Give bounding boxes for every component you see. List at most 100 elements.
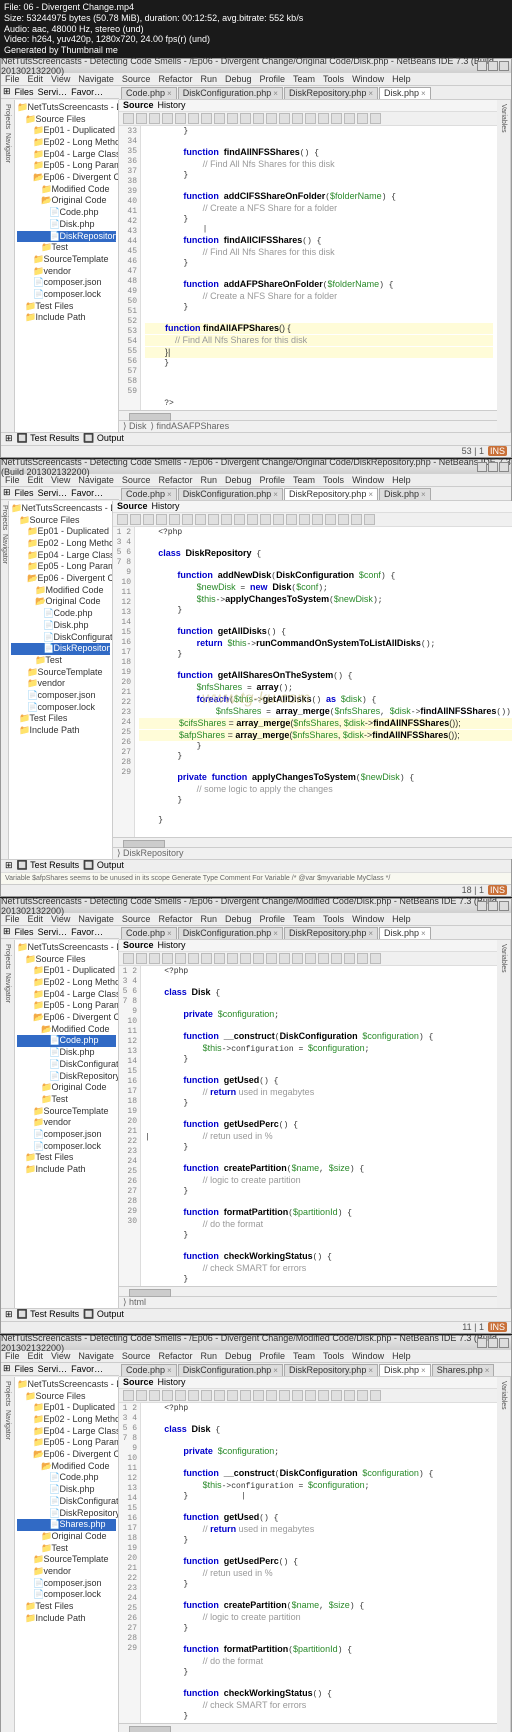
editor-toolbar-button[interactable] xyxy=(208,514,219,525)
editor-toolbar-button[interactable] xyxy=(286,514,297,525)
project-tab-icon[interactable]: ⊞ xyxy=(3,926,11,937)
editor-toolbar-button[interactable] xyxy=(279,953,290,964)
file-tab[interactable]: DiskRepository.php× xyxy=(284,488,378,500)
code-content[interactable]: } function findAllNFSShares() { // Find … xyxy=(141,126,497,410)
editor-toolbar-button[interactable] xyxy=(149,1390,160,1401)
breadcrumb[interactable]: ⟩ DiskRepository xyxy=(113,847,512,859)
editor-toolbar-button[interactable] xyxy=(214,1390,225,1401)
rail-tab-projects[interactable]: Projects xyxy=(4,104,11,129)
editor-toolbar-button[interactable] xyxy=(162,113,173,124)
editor-toolbar-button[interactable] xyxy=(253,953,264,964)
close-icon[interactable]: × xyxy=(368,929,373,938)
close-icon[interactable]: × xyxy=(421,929,426,938)
tree-node[interactable]: 📁 Ep01 - Duplicated Code xyxy=(17,965,116,977)
sub-tab-source[interactable]: Source xyxy=(123,100,154,110)
editor-toolbar-button[interactable] xyxy=(182,514,193,525)
tree-node[interactable]: 📁 Include Path xyxy=(17,312,116,324)
tree-node[interactable]: 📁 Ep01 - Duplicated Code xyxy=(17,125,116,137)
file-tab[interactable]: Code.php× xyxy=(121,1364,177,1376)
horizontal-scrollbar[interactable] xyxy=(119,1286,497,1296)
titlebar[interactable]: NetTutsScreencasts - Detecting Code Smel… xyxy=(1,460,511,474)
editor-toolbar-button[interactable] xyxy=(364,514,375,525)
file-tab[interactable]: DiskConfiguration.php× xyxy=(178,1364,283,1376)
editor-toolbar-button[interactable] xyxy=(136,113,147,124)
tree-node[interactable]: 📁 Ep05 - Long Parameter List xyxy=(11,561,110,573)
project-tab-icon[interactable]: ⊞ xyxy=(3,86,11,97)
panel-tab[interactable]: Favor… xyxy=(71,1364,103,1374)
code-area[interactable]: 33 34 35 36 37 38 39 40 41 42 43 44 45 4… xyxy=(119,126,497,410)
editor-toolbar-button[interactable] xyxy=(292,113,303,124)
close-icon[interactable]: × xyxy=(273,490,278,499)
sub-tab-history[interactable]: History xyxy=(158,100,186,110)
editor-toolbar-button[interactable] xyxy=(273,514,284,525)
tree-node[interactable]: 📁 Ep05 - Long Parameter List xyxy=(17,160,116,172)
close-icon[interactable]: × xyxy=(273,89,278,98)
tree-node[interactable]: 📄 Disk.php xyxy=(17,1047,116,1059)
editor-toolbar-button[interactable] xyxy=(175,1390,186,1401)
editor-toolbar-button[interactable] xyxy=(188,1390,199,1401)
editor-toolbar-button[interactable] xyxy=(338,514,349,525)
editor-toolbar-button[interactable] xyxy=(188,953,199,964)
editor-toolbar-button[interactable] xyxy=(292,1390,303,1401)
close-icon[interactable]: × xyxy=(368,1366,373,1375)
file-tab[interactable]: Code.php× xyxy=(121,927,177,939)
close-icon[interactable]: × xyxy=(368,490,373,499)
editor-toolbar-button[interactable] xyxy=(344,953,355,964)
horizontal-scrollbar[interactable] xyxy=(119,1723,497,1732)
editor-toolbar-button[interactable] xyxy=(240,953,251,964)
close-icon[interactable]: × xyxy=(368,89,373,98)
rail-tab-navigator[interactable]: Navigator xyxy=(1,534,8,564)
titlebar[interactable]: NetTutsScreencasts - Detecting Code Smel… xyxy=(1,899,511,913)
tree-node[interactable]: 📁 vendor xyxy=(17,1566,116,1578)
sub-tab-source[interactable]: Source xyxy=(123,1377,154,1387)
code-content[interactable]: <?php class DiskRepository { function ad… xyxy=(135,527,512,837)
editor-toolbar-button[interactable] xyxy=(156,514,167,525)
tree-node[interactable]: 📁 Ep02 - Long Method xyxy=(17,977,116,989)
tree-node[interactable]: 📁 Include Path xyxy=(17,1613,116,1625)
tree-node[interactable]: 📁 NetTutsScreencasts - Detecting Code xyxy=(17,942,116,954)
tree-node[interactable]: 📂 Original Code xyxy=(17,195,116,207)
editor-toolbar-button[interactable] xyxy=(123,1390,134,1401)
close-button[interactable] xyxy=(499,901,509,911)
breadcrumb-item[interactable]: ⟩ Disk xyxy=(123,421,147,432)
close-icon[interactable]: × xyxy=(273,1366,278,1375)
tree-node[interactable]: 📂 Ep06 - Divergent Change xyxy=(17,172,116,184)
panel-tab[interactable]: Favor… xyxy=(71,927,103,937)
tree-node[interactable]: 📁 Modified Code xyxy=(11,585,110,597)
tree-node[interactable]: 📄 composer.lock xyxy=(11,702,110,714)
panel-tab[interactable]: Servi… xyxy=(38,1364,68,1374)
tree-node[interactable]: 📂 Ep06 - Divergent Change xyxy=(17,1012,116,1024)
tree-node[interactable]: 📄 Disk.php xyxy=(11,620,110,632)
editor-toolbar-button[interactable] xyxy=(162,1390,173,1401)
rail-tab-navigator[interactable]: Navigator xyxy=(4,133,11,163)
editor-toolbar-button[interactable] xyxy=(370,953,381,964)
editor-toolbar-button[interactable] xyxy=(214,113,225,124)
sub-tab-history[interactable]: History xyxy=(158,1377,186,1387)
sub-tab-source[interactable]: Source xyxy=(123,940,154,950)
file-tab[interactable]: DiskRepository.php× xyxy=(284,87,378,99)
tree-node[interactable]: 📁 SourceTemplate xyxy=(17,254,116,266)
tree-node[interactable]: 📁 Source Files xyxy=(11,515,110,527)
tree-node[interactable]: 📄 composer.lock xyxy=(17,1589,116,1601)
tree-node[interactable]: 📄 DiskConfiguration.php xyxy=(17,1059,116,1071)
line-gutter[interactable]: 1 2 3 4 5 6 7 8 9 10 11 12 13 14 15 16 1… xyxy=(119,1403,141,1723)
editor-toolbar-button[interactable] xyxy=(318,953,329,964)
editor-toolbar-button[interactable] xyxy=(117,514,128,525)
editor-toolbar-button[interactable] xyxy=(260,514,271,525)
project-tab-icon[interactable]: ⊞ xyxy=(3,1363,11,1374)
tree-node[interactable]: 📁 Ep04 - Large Class xyxy=(17,989,116,1001)
code-area[interactable]: 1 2 3 4 5 6 7 8 9 10 11 12 13 14 15 16 1… xyxy=(119,1403,497,1723)
tree-node[interactable]: 📁 Ep05 - Long Parameter List xyxy=(17,1000,116,1012)
tree-node[interactable]: 📁 Ep04 - Large Class xyxy=(17,1426,116,1438)
tree-node[interactable]: 📁 Test xyxy=(17,242,116,254)
file-tab[interactable]: Disk.php× xyxy=(379,87,431,99)
editor-toolbar-button[interactable] xyxy=(123,953,134,964)
tree-node[interactable]: 📄 composer.json xyxy=(11,690,110,702)
editor-toolbar-button[interactable] xyxy=(162,953,173,964)
editor-toolbar-button[interactable] xyxy=(266,113,277,124)
tree-node[interactable]: 📂 Original Code xyxy=(11,596,110,608)
editor-toolbar-button[interactable] xyxy=(227,953,238,964)
project-tree[interactable]: 📁 NetTutsScreencasts - Detecting Code📁 S… xyxy=(15,100,118,432)
editor-toolbar-button[interactable] xyxy=(149,953,160,964)
close-icon[interactable]: × xyxy=(273,929,278,938)
